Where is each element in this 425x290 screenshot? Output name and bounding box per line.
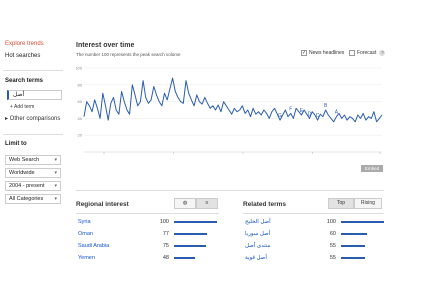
y-tick-label: 80 [78, 82, 83, 87]
news-marker[interactable]: C [316, 113, 320, 119]
category-select-value: All Categories [9, 196, 44, 202]
news-marker[interactable]: D [308, 111, 312, 117]
map-view-button[interactable]: ◍ [174, 198, 196, 209]
news-headlines-label: News headlines [309, 50, 345, 56]
news-headlines-checkbox[interactable]: ✓ [301, 50, 307, 56]
property-select[interactable]: Web Search ▾ [5, 155, 61, 165]
chevron-down-icon: ▾ [54, 183, 57, 189]
news-marker[interactable]: B [324, 103, 328, 109]
region-row-label[interactable]: Yemen [78, 255, 95, 261]
related-term-row-value: 60 [329, 231, 336, 237]
embed-button[interactable]: Embed [361, 165, 383, 172]
news-marker[interactable]: F [289, 106, 292, 112]
y-tick-label: 100 [76, 66, 83, 71]
related-term-row-bar [341, 221, 384, 223]
regional-interest-title: Regional interest [76, 201, 129, 208]
region-row-bar [174, 245, 207, 247]
related-term-row-label[interactable]: أصل قوية [245, 255, 305, 261]
sidebar-divider [3, 134, 63, 135]
region-row-value: 100 [159, 219, 169, 225]
related-term-row-value: 100 [326, 219, 336, 225]
interest-over-time-subtitle: The number 100 represents the peak searc… [76, 52, 181, 57]
region-select-value: Worldwide [9, 170, 35, 176]
related-term-row-label[interactable]: أصل الخليج [245, 219, 305, 225]
hot-searches-link[interactable]: Hot searches [5, 53, 40, 59]
region-row-bar [174, 221, 217, 223]
y-tick-label: 40 [78, 116, 83, 121]
region-row-label[interactable]: Syria [78, 219, 91, 225]
forecast-label: Forecast [357, 50, 377, 56]
related-term-row-label[interactable]: منتدى أصل [245, 243, 305, 249]
sidebar-divider [3, 70, 63, 71]
related-term-row-label[interactable]: أصل سوريا [245, 231, 305, 237]
region-row-value: 75 [162, 243, 169, 249]
list-icon: ≡ [205, 200, 209, 206]
search-term-field[interactable]: أصل [7, 90, 62, 100]
rising-tab-button[interactable]: Rising [354, 198, 382, 209]
category-select[interactable]: All Categories ▾ [5, 194, 61, 204]
y-tick-label: 20 [78, 133, 83, 138]
interest-over-time-title: Interest over time [76, 42, 135, 49]
top-tab-button[interactable]: Top [328, 198, 354, 209]
forecast-toggle[interactable]: Forecast ? [349, 50, 386, 56]
interest-over-time-chart: 100 80 60 40 20 G F E D C B A [75, 60, 384, 160]
region-row-label[interactable]: Saudi Arabia [78, 243, 109, 249]
add-term-link[interactable]: + Add term [10, 104, 34, 110]
related-terms-title: Related terms [243, 201, 286, 208]
related-term-row-bar [341, 257, 365, 259]
chevron-down-icon: ▾ [54, 170, 57, 176]
chevron-down-icon: ▾ [54, 157, 57, 163]
search-terms-header: Search terms [5, 78, 44, 84]
region-row-value: 48 [162, 255, 169, 261]
time-range-select[interactable]: 2004 - present ▾ [5, 181, 61, 191]
news-headlines-toggle[interactable]: ✓ News headlines [301, 50, 344, 56]
other-comparisons-link[interactable]: ▸ Other comparisons [5, 115, 60, 122]
sidebar: Explore trends Hot searches Search terms… [0, 0, 66, 290]
region-row-bar [174, 233, 208, 235]
limit-to-header: Limit to [5, 141, 27, 147]
property-select-value: Web Search [9, 157, 40, 163]
panel-divider [243, 213, 384, 214]
related-term-row-bar [341, 245, 365, 247]
explore-trends-link[interactable]: Explore trends [5, 41, 44, 47]
help-icon[interactable]: ? [379, 50, 386, 56]
region-row-value: 77 [162, 231, 169, 237]
section-divider [76, 190, 384, 191]
time-range-select-value: 2004 - present [9, 183, 45, 189]
panel-divider [76, 213, 219, 214]
chevron-down-icon: ▾ [54, 196, 57, 202]
y-tick-label: 60 [78, 99, 83, 104]
line-chart-svg: 10080604020GF ED CBA [75, 66, 383, 154]
list-view-button[interactable]: ≡ [196, 198, 218, 209]
region-select[interactable]: Worldwide ▾ [5, 168, 61, 178]
related-term-row-value: 55 [329, 243, 336, 249]
forecast-checkbox[interactable] [349, 50, 355, 56]
region-row-label[interactable]: Oman [78, 231, 93, 237]
related-term-row-value: 55 [329, 255, 336, 261]
globe-icon: ◍ [182, 200, 188, 206]
region-row-bar [174, 257, 195, 259]
news-marker[interactable]: G [278, 113, 282, 119]
related-term-row-bar [341, 233, 367, 235]
